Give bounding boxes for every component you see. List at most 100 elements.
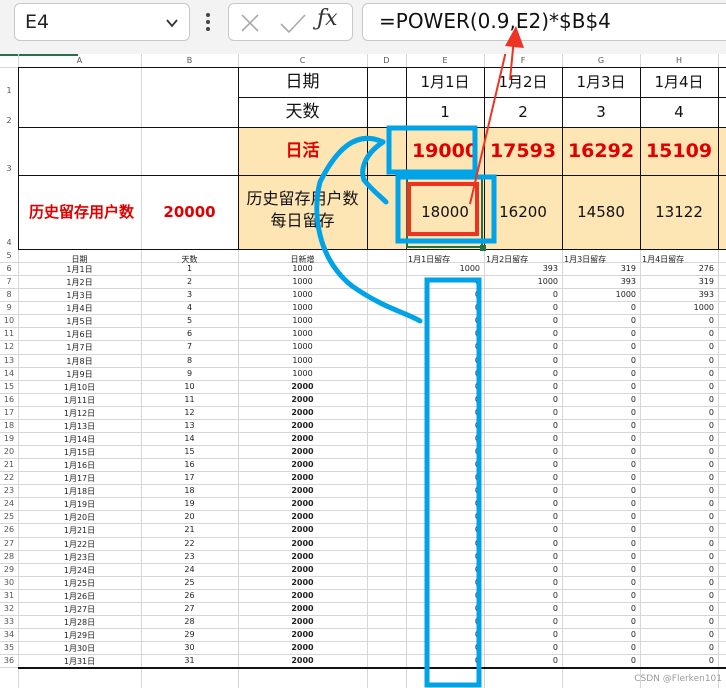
table-cell: 0: [474, 316, 480, 326]
more-dots-icon[interactable]: [201, 10, 215, 34]
table-cell: 0: [474, 630, 480, 640]
row-header[interactable]: 20: [0, 447, 18, 456]
row-header[interactable]: 33: [0, 617, 18, 626]
column-header[interactable]: E: [406, 56, 484, 65]
row-header[interactable]: 25: [0, 512, 18, 521]
table-cell: 0: [474, 394, 480, 404]
table-cell: 2000: [291, 538, 314, 548]
row-header[interactable]: 28: [0, 552, 18, 561]
dau-value-cell: 19000: [411, 139, 479, 162]
table-cell: 1月31日: [63, 657, 96, 667]
row-header[interactable]: 17: [0, 408, 18, 417]
row-header[interactable]: 15: [0, 382, 18, 391]
gridline: [0, 327, 726, 329]
row-header[interactable]: 34: [0, 630, 18, 639]
row-header[interactable]: 19: [0, 434, 18, 443]
row-header[interactable]: 3: [0, 164, 18, 173]
row-header[interactable]: 9: [0, 303, 18, 312]
column-header[interactable]: C: [238, 56, 367, 65]
fill-handle[interactable]: [480, 245, 486, 251]
row-header[interactable]: 6: [0, 264, 18, 273]
row-header[interactable]: 1: [0, 86, 18, 95]
day-number-cell: 3: [596, 102, 606, 121]
gridline: [0, 471, 726, 473]
row-header[interactable]: 36: [0, 656, 18, 665]
table-cell: 26: [184, 590, 195, 600]
cancel-icon[interactable]: [239, 12, 261, 34]
table-cell: 0: [708, 420, 714, 430]
table-cell: 0: [552, 342, 558, 352]
row-header[interactable]: 2: [0, 116, 18, 125]
table-cell: 319: [620, 264, 636, 274]
row-header[interactable]: 24: [0, 499, 18, 508]
column-header[interactable]: G: [562, 56, 640, 65]
column-header[interactable]: F: [484, 56, 562, 65]
name-box-value: E4: [25, 11, 50, 33]
spreadsheet-grid[interactable]: A B C D E F G H 1 2 3 4 日期 天数 日活 历史留存用户数 20000 历史留存用户数 每日留…: [0, 54, 726, 688]
dau-value-cell: 16292: [567, 139, 635, 162]
selected-cell[interactable]: [406, 175, 483, 248]
row-header[interactable]: 35: [0, 643, 18, 652]
table-cell: 0: [630, 538, 636, 548]
table-cell: 1000: [292, 368, 313, 378]
table-cell: 1000: [292, 303, 313, 313]
row-header[interactable]: 5: [0, 251, 18, 260]
table-cell: 0: [708, 329, 714, 339]
border-line: [238, 67, 726, 68]
row-header[interactable]: 29: [0, 565, 18, 574]
table-cell: 0: [474, 656, 480, 666]
row-header[interactable]: 27: [0, 539, 18, 548]
table-cell: 2000: [291, 656, 314, 666]
row-header[interactable]: 18: [0, 421, 18, 430]
row-header[interactable]: 21: [0, 460, 18, 469]
column-header[interactable]: D: [367, 56, 406, 65]
gridline: [0, 340, 726, 342]
table-cell: 1月11日: [63, 395, 96, 405]
confirm-icon[interactable]: [279, 12, 307, 34]
table-cell: 25: [184, 577, 195, 587]
table-cell: 0: [630, 381, 636, 391]
row-header[interactable]: 7: [0, 277, 18, 286]
row-header[interactable]: 10: [0, 316, 18, 325]
column-header[interactable]: A: [18, 56, 141, 65]
fx-icon[interactable]: ƒx: [317, 6, 347, 36]
table-cell: 0: [630, 316, 636, 326]
table-cell: 0: [708, 512, 714, 522]
table-cell: 0: [552, 512, 558, 522]
table-cell: 0: [552, 473, 558, 483]
chevron-down-icon[interactable]: [165, 16, 179, 30]
table-cell: 1月4日: [66, 304, 93, 314]
row-header[interactable]: 14: [0, 369, 18, 378]
table-cell: 1月26日: [63, 591, 96, 601]
row-header[interactable]: 11: [0, 329, 18, 338]
row-header[interactable]: 32: [0, 604, 18, 613]
column-header[interactable]: H: [640, 56, 718, 65]
row-header[interactable]: 26: [0, 525, 18, 534]
table-cell: 2000: [291, 630, 314, 640]
row-header[interactable]: 22: [0, 473, 18, 482]
row-header[interactable]: 8: [0, 290, 18, 299]
table-cell: 0: [552, 538, 558, 548]
table-cell: 2000: [291, 551, 314, 561]
row-header[interactable]: 16: [0, 395, 18, 404]
gridline: [0, 431, 726, 433]
row-header[interactable]: 4: [0, 238, 18, 247]
table-cell: 0: [708, 486, 714, 496]
table-cell: 1000: [615, 290, 636, 300]
row-header[interactable]: 31: [0, 591, 18, 600]
table-cell: 1月8日: [66, 356, 93, 366]
row-header[interactable]: 13: [0, 356, 18, 365]
row-header[interactable]: 30: [0, 578, 18, 587]
row-header[interactable]: 12: [0, 342, 18, 351]
column-header[interactable]: B: [141, 56, 238, 65]
day-number-cell: 4: [674, 102, 684, 121]
name-box[interactable]: E4: [14, 3, 190, 41]
date-cell: 1月2日: [498, 72, 548, 91]
formula-input[interactable]: =POWER(0.9,E2)*$B$4: [362, 3, 726, 41]
table-cell: 1月10日: [63, 382, 96, 392]
row-header[interactable]: 23: [0, 486, 18, 495]
table-cell: 0: [474, 303, 480, 313]
table-cell: 0: [708, 499, 714, 509]
gridline: [0, 549, 726, 551]
table-cell: 0: [552, 486, 558, 496]
